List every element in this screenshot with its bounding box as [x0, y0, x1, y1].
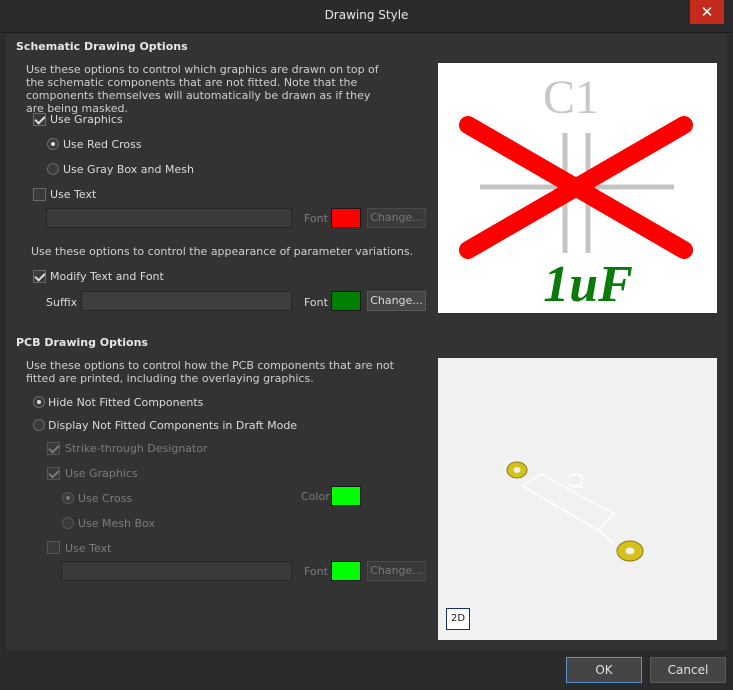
cancel-button[interactable]: Cancel	[650, 657, 726, 683]
hide-not-fitted-label: Hide Not Fitted Components	[48, 396, 204, 409]
text-font-preview-field	[46, 208, 292, 228]
modify-text-font-checkbox[interactable]	[33, 270, 46, 283]
schematic-preview: C1 1uF	[438, 63, 717, 313]
use-mesh-box-radio[interactable]	[62, 517, 74, 529]
use-mesh-box-label: Use Mesh Box	[78, 517, 155, 530]
strike-through-checkbox[interactable]	[47, 442, 60, 455]
preview-value: 1uF	[543, 256, 633, 313]
pcb-text-font-preview-field	[61, 561, 292, 581]
schematic-preview-graphic: C1 1uF	[459, 71, 693, 313]
use-red-cross-radio[interactable]	[47, 138, 59, 150]
display-draft-radio[interactable]	[33, 419, 45, 431]
pcb-use-graphics-checkbox[interactable]	[47, 467, 60, 480]
text-font-label: Font	[304, 212, 328, 225]
ok-button[interactable]: OK	[566, 657, 642, 683]
parameter-variations-description: Use these options to control the appeara…	[31, 245, 414, 258]
text-font-color-swatch	[331, 208, 361, 228]
use-graphics-label: Use Graphics	[50, 113, 123, 126]
use-graphics-checkbox[interactable]	[33, 113, 46, 126]
pcb-pad-2-hole	[625, 547, 635, 555]
hide-not-fitted-radio[interactable]	[33, 396, 45, 408]
cross-color-swatch[interactable]	[331, 486, 361, 506]
param-font-color-swatch[interactable]	[331, 291, 361, 311]
use-cross-radio[interactable]	[62, 492, 74, 504]
pcb-section-title: PCB Drawing Options	[16, 336, 148, 349]
use-cross-label: Use Cross	[78, 492, 133, 505]
pcb-use-graphics-label: Use Graphics	[65, 467, 138, 480]
close-button[interactable]: ✕	[690, 0, 724, 24]
pcb-text-font-label: Font	[304, 565, 328, 578]
pcb-text-font-color-swatch	[331, 561, 361, 581]
pcb-pad-1-hole	[513, 467, 521, 473]
use-text-label: Use Text	[50, 188, 97, 201]
param-font-change-button[interactable]: Change...	[367, 291, 426, 311]
schematic-section-title: Schematic Drawing Options	[16, 40, 188, 53]
preview-designator: C1	[543, 71, 599, 124]
pcb-text-font-change-button[interactable]: Change...	[367, 561, 426, 581]
text-font-change-button[interactable]: Change...	[367, 208, 426, 228]
close-icon: ✕	[700, 3, 714, 21]
dialog-content: Schematic Drawing Options Use these opti…	[6, 34, 727, 650]
schematic-description: Use these options to control which graph…	[26, 63, 379, 115]
pcb-description: Use these options to control how the PCB…	[26, 359, 394, 385]
modify-text-font-label: Modify Text and Font	[50, 270, 164, 283]
cross-color-label: Color	[301, 490, 330, 503]
display-draft-label: Display Not Fitted Components in Draft M…	[48, 419, 298, 432]
strike-through-label: Strike-through Designator	[65, 442, 208, 455]
title-bar: Drawing Style ✕	[0, 0, 733, 33]
suffix-label: Suffix	[46, 296, 78, 309]
suffix-input[interactable]	[81, 291, 292, 311]
use-red-cross-label: Use Red Cross	[63, 138, 142, 151]
window-title: Drawing Style	[324, 8, 409, 22]
use-text-checkbox[interactable]	[33, 188, 46, 201]
pcb-use-text-label: Use Text	[65, 542, 112, 555]
use-gray-box-label: Use Gray Box and Mesh	[63, 163, 194, 176]
pcb-use-text-checkbox[interactable]	[47, 541, 60, 554]
use-gray-box-radio[interactable]	[47, 163, 59, 175]
param-font-label: Font	[304, 296, 328, 309]
view-mode-2d-button[interactable]: 2D	[446, 608, 470, 630]
pcb-preview-graphic	[506, 461, 644, 562]
pcb-silkscreen-outline	[520, 473, 616, 544]
pcb-preview: 2D	[438, 358, 717, 640]
